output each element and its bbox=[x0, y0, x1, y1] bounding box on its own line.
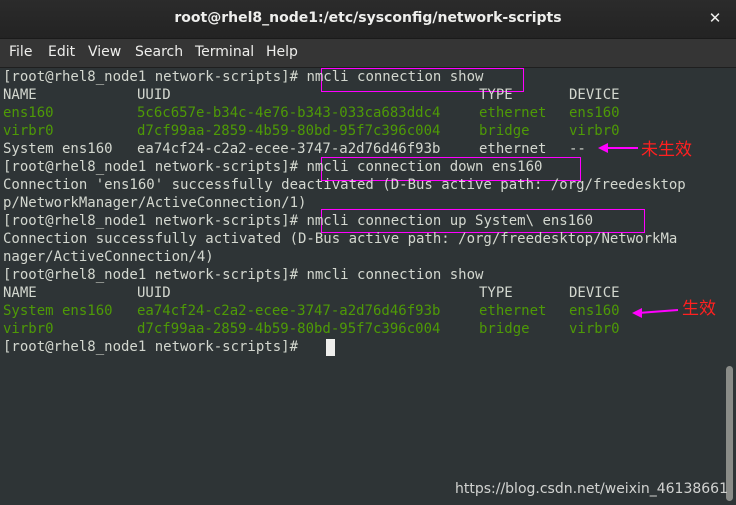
output-line: Connection 'ens160' successfully deactiv… bbox=[3, 177, 686, 193]
menu-search[interactable]: Search bbox=[135, 44, 183, 60]
title-bar: root@rhel8_node1:/etc/sysconfig/network-… bbox=[0, 0, 736, 39]
menu-bar: File Edit View Search Terminal Help bbox=[0, 39, 736, 68]
shell-prompt: [root@rhel8_node1 network-scripts]# bbox=[3, 69, 307, 85]
text-cursor bbox=[326, 339, 335, 356]
table-cell: NAME bbox=[3, 87, 37, 103]
annotation-effective: 生效 bbox=[682, 299, 716, 319]
table-cell: bridge bbox=[479, 123, 530, 139]
scrollbar[interactable] bbox=[722, 68, 736, 505]
table-cell: UUID bbox=[137, 285, 171, 301]
table-cell: virbr0 bbox=[3, 123, 54, 139]
arrow-icon-effective bbox=[632, 308, 679, 318]
prompt-line: [root@rhel8_node1 network-scripts]# nmcl… bbox=[3, 212, 593, 230]
shell-prompt: [root@rhel8_node1 network-scripts]# bbox=[3, 159, 307, 175]
table-cell: virbr0 bbox=[569, 123, 620, 139]
shell-prompt: [root@rhel8_node1 network-scripts]# bbox=[3, 267, 307, 283]
menu-file[interactable]: File bbox=[9, 44, 32, 60]
table-cell: ens160 bbox=[569, 303, 620, 319]
menu-view[interactable]: View bbox=[88, 44, 121, 60]
table-cell: -- bbox=[569, 141, 586, 157]
watermark: https://blog.csdn.net/weixin_46138661 bbox=[454, 481, 728, 497]
table-cell: d7cf99aa-2859-4b59-80bd-95f7c396c004 bbox=[137, 321, 441, 337]
table-cell: System ens160 bbox=[3, 141, 113, 157]
table-cell: virbr0 bbox=[569, 321, 620, 337]
table-cell: DEVICE bbox=[569, 87, 620, 103]
table-cell: bridge bbox=[479, 321, 530, 337]
close-icon[interactable]: ✕ bbox=[706, 9, 724, 27]
command-text: nmcli connection down ens160 bbox=[306, 159, 543, 175]
table-cell: ea74cf24-c2a2-ecee-3747-a2d76d46f93b bbox=[137, 303, 441, 319]
table-cell: UUID bbox=[137, 87, 171, 103]
menu-edit[interactable]: Edit bbox=[48, 44, 75, 60]
table-cell: DEVICE bbox=[569, 285, 620, 301]
menu-terminal[interactable]: Terminal bbox=[195, 44, 254, 60]
shell-prompt: [root@rhel8_node1 network-scripts]# bbox=[3, 339, 307, 355]
table-cell: d7cf99aa-2859-4b59-80bd-95f7c396c004 bbox=[137, 123, 441, 139]
table-cell: 5c6c657e-b34c-4e76-b343-033ca683ddc4 bbox=[137, 105, 441, 121]
output-line: Connection successfully activated (D-Bus… bbox=[3, 231, 678, 247]
command-text: nmcli connection up System\ ens160 bbox=[306, 213, 594, 229]
prompt-line: [root@rhel8_node1 network-scripts]# nmcl… bbox=[3, 266, 483, 284]
prompt-line: [root@rhel8_node1 network-scripts]# nmcl… bbox=[3, 68, 483, 86]
command-text: nmcli connection show bbox=[306, 69, 484, 85]
table-cell: ethernet bbox=[479, 141, 547, 157]
terminal-output[interactable]: 未生效 生效 [root@rhel8_node1 network-scripts… bbox=[0, 68, 722, 505]
output-line: nager/ActiveConnection/4) bbox=[3, 249, 214, 265]
table-cell: ethernet bbox=[479, 303, 547, 319]
table-cell: NAME bbox=[3, 285, 37, 301]
output-line: p/NetworkManager/ActiveConnection/1) bbox=[3, 195, 307, 211]
table-cell: virbr0 bbox=[3, 321, 54, 337]
window-title: root@rhel8_node1:/etc/sysconfig/network-… bbox=[174, 10, 562, 26]
table-cell: TYPE bbox=[479, 87, 513, 103]
table-cell: System ens160 bbox=[3, 303, 113, 319]
table-cell: ea74cf24-c2a2-ecee-3747-a2d76d46f93b bbox=[137, 141, 441, 157]
arrow-icon-not-effective bbox=[598, 143, 638, 153]
annotation-not-effective: 未生效 bbox=[641, 140, 692, 160]
command-text: nmcli connection show bbox=[306, 267, 484, 283]
prompt-line: [root@rhel8_node1 network-scripts]# bbox=[3, 338, 306, 356]
prompt-line: [root@rhel8_node1 network-scripts]# nmcl… bbox=[3, 158, 542, 176]
table-cell: ens160 bbox=[3, 105, 54, 121]
menu-help[interactable]: Help bbox=[266, 44, 298, 60]
table-cell: ens160 bbox=[569, 105, 620, 121]
table-cell: ethernet bbox=[479, 105, 547, 121]
table-cell: TYPE bbox=[479, 285, 513, 301]
shell-prompt: [root@rhel8_node1 network-scripts]# bbox=[3, 213, 307, 229]
